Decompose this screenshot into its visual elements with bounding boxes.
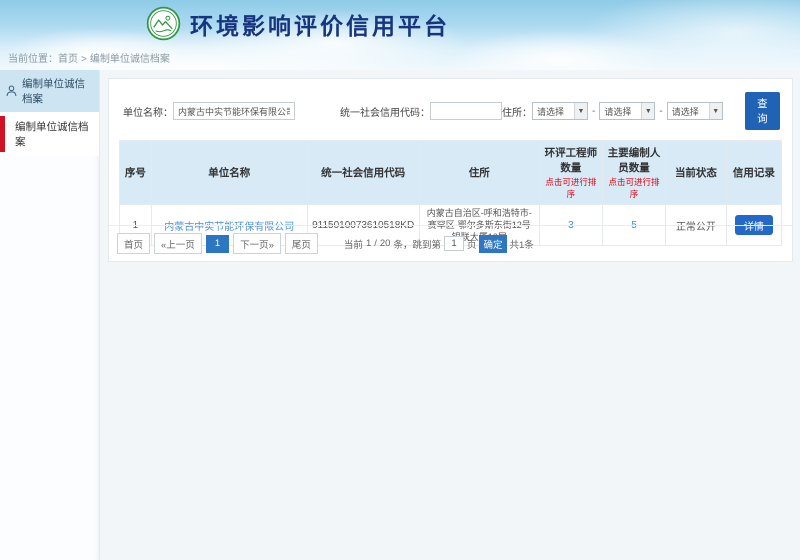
col-unit-name: 单位名称 — [151, 141, 307, 205]
total-pages: 20 — [380, 238, 391, 249]
page-separator: / — [374, 238, 377, 249]
current-label: 当前 — [344, 237, 363, 251]
unit-name-input[interactable] — [173, 102, 295, 120]
unit-name-label: 单位名称： — [123, 104, 173, 119]
col-credit-code: 统一社会信用代码 — [307, 141, 419, 205]
breadcrumb-label: 当前位置： — [8, 54, 58, 65]
sidebar-item-label: 编制单位诚信档案 — [15, 121, 89, 148]
page-title: 环境影响评价信用平台 — [190, 7, 450, 41]
col-index: 序号 — [120, 141, 152, 205]
chevron-down-icon: ▼ — [709, 103, 722, 119]
current-page-button[interactable]: 1 — [206, 235, 229, 253]
jump-page-input[interactable] — [444, 236, 464, 251]
breadcrumb-home-link[interactable]: 首页 — [58, 54, 78, 65]
person-icon — [6, 85, 17, 97]
prev-page-button[interactable]: «上一页 — [154, 233, 202, 254]
pagination-info: 当前 1 / 20 条，跳到第 页 确定 共1条 — [344, 235, 534, 253]
col-credit-record: 信用记录 — [726, 141, 781, 205]
col-engineer-count-sortable[interactable]: 环评工程师数量 点击可进行排序 — [539, 141, 602, 205]
mee-logo-icon — [146, 6, 181, 41]
next-page-button[interactable]: 下一页» — [233, 233, 281, 254]
active-marker — [0, 116, 5, 152]
sort-hint: 点击可进行排序 — [605, 176, 663, 200]
content-panel: 单位名称： 统一社会信用代码： 住所： 请选择 ▼ - 请选择 ▼ - — [108, 78, 793, 262]
col-staff-count-sortable[interactable]: 主要编制人员数量 点击可进行排序 — [602, 141, 665, 205]
sidebar-section-label: 编制单位诚信档案 — [22, 76, 93, 106]
province-select[interactable]: 请选择 ▼ — [532, 102, 588, 120]
main-content: 单位名称： 统一社会信用代码： 住所： 请选择 ▼ - 请选择 ▼ - — [100, 70, 800, 560]
col-status: 当前状态 — [666, 141, 727, 205]
total-records: 共1条 — [510, 237, 534, 251]
address-label: 住所： — [502, 104, 532, 119]
city-select[interactable]: 请选择 ▼ — [599, 102, 655, 120]
search-form: 单位名称： 统一社会信用代码： 住所： 请选择 ▼ - 请选择 ▼ - — [109, 79, 792, 140]
pagination: 首页 «上一页 1 下一页» 尾页 当前 1 / 20 条，跳到第 页 确定 共… — [109, 225, 792, 261]
confirm-button[interactable]: 确定 — [479, 235, 506, 253]
chevron-down-icon: ▼ — [574, 103, 587, 119]
sort-hint: 点击可进行排序 — [542, 176, 600, 200]
first-page-button[interactable]: 首页 — [117, 233, 150, 254]
credit-code-input[interactable] — [430, 102, 502, 120]
table-header-row: 序号 单位名称 统一社会信用代码 住所 环评工程师数量 点击可进行排序 主要编制… — [120, 141, 782, 205]
breadcrumb-separator: > — [81, 54, 87, 65]
jump-label: 条，跳到第 — [393, 237, 441, 251]
sidebar-item-credit-files[interactable]: 编制单位诚信档案 — [0, 112, 99, 156]
chevron-down-icon: ▼ — [641, 103, 654, 119]
sidebar: 编制单位诚信档案 编制单位诚信档案 — [0, 70, 100, 560]
last-page-button[interactable]: 尾页 — [285, 233, 318, 254]
breadcrumb-current: 编制单位诚信档案 — [90, 54, 170, 65]
address-group: 住所： 请选择 ▼ - 请选择 ▼ - 请选择 ▼ — [502, 102, 723, 120]
district-select[interactable]: 请选择 ▼ — [667, 102, 723, 120]
header: 环境影响评价信用平台 当前位置：首页>编制单位诚信档案 — [0, 0, 800, 70]
select-separator: - — [592, 106, 595, 117]
breadcrumb: 当前位置：首页>编制单位诚信档案 — [8, 50, 170, 65]
col-address: 住所 — [419, 141, 539, 205]
select-separator: - — [659, 106, 662, 117]
sidebar-section-header[interactable]: 编制单位诚信档案 — [0, 70, 99, 112]
current-page-number: 1 — [366, 238, 371, 249]
brand: 环境影响评价信用平台 — [146, 6, 450, 41]
jump-unit: 页 — [467, 237, 477, 251]
query-button[interactable]: 查询 — [745, 92, 780, 130]
credit-code-label: 统一社会信用代码： — [340, 104, 430, 119]
